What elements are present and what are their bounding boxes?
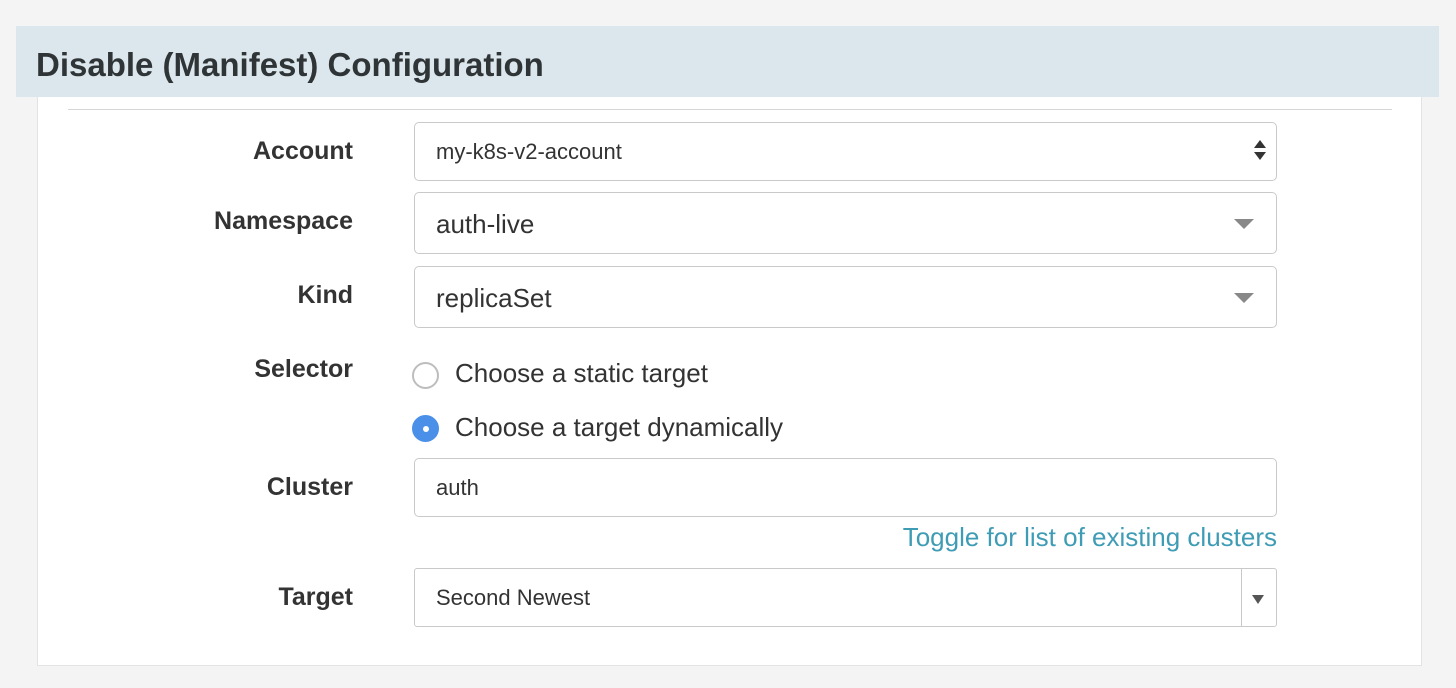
section-header: Disable (Manifest) Configuration bbox=[16, 26, 1439, 97]
namespace-label: Namespace bbox=[214, 207, 353, 235]
static-target-radio-label[interactable]: Choose a static target bbox=[455, 358, 708, 389]
caret-down-icon bbox=[1234, 219, 1254, 229]
account-label: Account bbox=[253, 137, 353, 165]
namespace-select-value: auth-live bbox=[436, 209, 535, 239]
kind-select-value: replicaSet bbox=[436, 283, 552, 313]
target-label: Target bbox=[278, 583, 353, 611]
divider bbox=[68, 109, 1392, 110]
toggle-clusters-link[interactable]: Toggle for list of existing clusters bbox=[903, 522, 1277, 553]
up-down-arrows-icon bbox=[1254, 140, 1266, 164]
cluster-input-value: auth bbox=[436, 475, 479, 500]
account-select-value: my-k8s-v2-account bbox=[436, 139, 622, 164]
kind-select[interactable]: replicaSet bbox=[414, 266, 1277, 328]
cluster-input[interactable]: auth bbox=[414, 458, 1277, 517]
select-separator bbox=[1241, 569, 1242, 626]
kind-label: Kind bbox=[297, 281, 353, 309]
static-target-radio[interactable] bbox=[412, 362, 439, 389]
cluster-label: Cluster bbox=[266, 473, 353, 501]
namespace-select[interactable]: auth-live bbox=[414, 192, 1277, 254]
caret-down-icon bbox=[1234, 293, 1254, 303]
caret-down-icon[interactable] bbox=[1252, 595, 1264, 604]
account-select[interactable]: my-k8s-v2-account bbox=[414, 122, 1277, 181]
dynamic-target-radio-label[interactable]: Choose a target dynamically bbox=[455, 412, 783, 443]
selector-label: Selector bbox=[254, 355, 353, 383]
target-select[interactable]: Second Newest bbox=[414, 568, 1277, 627]
section-title: Disable (Manifest) Configuration bbox=[36, 46, 544, 83]
dynamic-target-radio[interactable] bbox=[412, 415, 439, 442]
target-select-value: Second Newest bbox=[436, 585, 591, 610]
